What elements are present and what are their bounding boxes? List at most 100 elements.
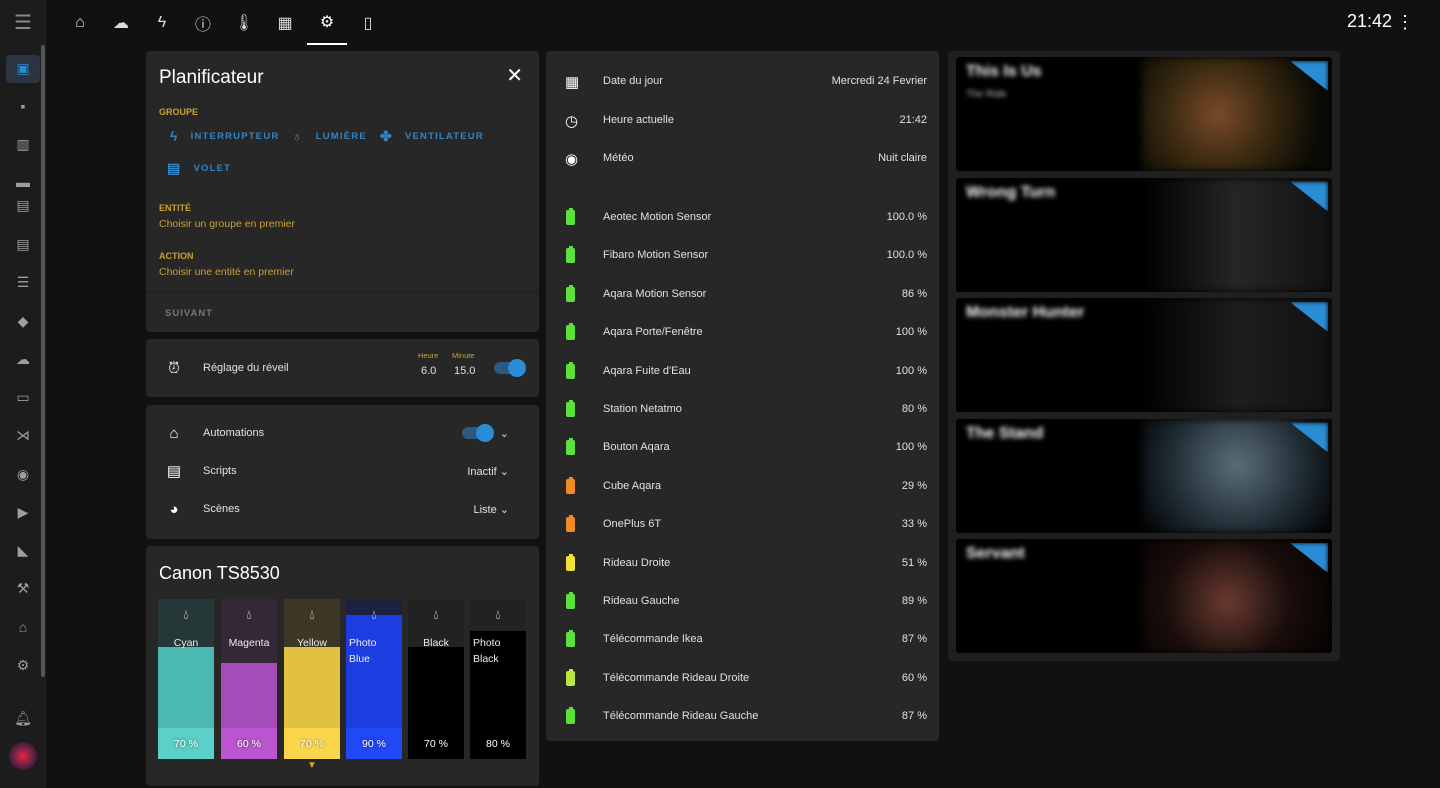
- sidebar-item-chip[interactable]: ▤: [0, 190, 46, 220]
- sidebar-item-history[interactable]: ▥: [0, 129, 46, 159]
- battery-name: Bouton Aqara: [603, 441, 670, 454]
- battery-icon: [566, 361, 575, 379]
- battery-icon: [566, 476, 575, 494]
- ink-black[interactable]: 💧︎ Black 70 %: [408, 599, 464, 759]
- battery-icon: [566, 208, 575, 225]
- ink-magenta[interactable]: 💧︎ Magenta 60 %: [221, 599, 277, 759]
- battery-name: Fibaro Motion Sensor: [603, 249, 709, 262]
- tab-thermometer-icon[interactable]: 🌡︎: [224, 0, 264, 45]
- alarm-card: ⏰︎ Réglage du réveil Heure 6.0 Minute 15…: [146, 339, 539, 397]
- sidebar-item-notifications[interactable]: 🔔︎: [0, 703, 46, 733]
- tab-flash-icon[interactable]: ϟ: [142, 0, 182, 45]
- blinds-icon: ▤: [167, 160, 182, 176]
- divider: [546, 184, 939, 185]
- divider: [146, 291, 539, 292]
- media-item[interactable]: Wrong Turn: [956, 177, 1332, 292]
- group-lumiere-button[interactable]: ♁ LUMIÈRE: [292, 128, 367, 144]
- battery-name: Télécommande Rideau Droite: [603, 671, 750, 684]
- sidebar-item-media[interactable]: ▶: [0, 497, 46, 527]
- ink-photo-black[interactable]: 💧︎ Photo Black 80 %: [470, 599, 526, 759]
- automations-toggle[interactable]: [462, 424, 494, 442]
- menu-icon[interactable]: ☰: [0, 0, 46, 45]
- ink-percent: 90 %: [346, 728, 402, 759]
- more-options-icon[interactable]: ⋮: [1396, 12, 1414, 33]
- avatar[interactable]: [9, 742, 37, 770]
- sidebar-item-cloud[interactable]: ☁: [0, 344, 46, 374]
- chevron-down-icon[interactable]: ⌄: [500, 466, 509, 478]
- battery-icon: [566, 246, 575, 264]
- dashboard-icon: ▣: [16, 59, 30, 76]
- hour-value[interactable]: 6.0: [421, 365, 436, 377]
- alarm-label: Réglage du réveil: [203, 362, 289, 374]
- sidebar-item-settings[interactable]: ⚙: [0, 650, 46, 680]
- notes-icon: ☰: [16, 273, 30, 290]
- chip-icon: ▤: [16, 196, 30, 213]
- battery-row: Télécommande Rideau Gauche 87 %: [546, 698, 939, 736]
- info-label: Date du jour: [603, 75, 663, 87]
- sidebar-item-cctv[interactable]: ◣: [0, 535, 46, 565]
- minute-value[interactable]: 15.0: [454, 365, 475, 377]
- media-item[interactable]: The Stand: [956, 418, 1332, 533]
- script-icon: ▤: [166, 463, 182, 480]
- sidebar-item-home-settings[interactable]: ⌂: [0, 612, 46, 642]
- battery-icon: [566, 668, 575, 686]
- ink-percent: 70 %: [408, 728, 464, 759]
- ink-name: Black: [423, 637, 449, 649]
- group-ventilateur-button[interactable]: ✤ VENTILATEUR: [380, 128, 484, 145]
- ink-cyan[interactable]: 💧︎ Cyan 70 %: [158, 599, 214, 759]
- group-volet-button[interactable]: ▤ VOLET: [167, 160, 231, 177]
- battery-value: 100 %: [895, 326, 927, 339]
- tab-test-tube-icon[interactable]: ▯: [348, 0, 388, 45]
- ink-name: Yellow: [297, 637, 327, 649]
- automations-row[interactable]: ⌂ Automations ⌄: [146, 418, 539, 448]
- sidebar-item-compass[interactable]: ◉: [0, 459, 46, 489]
- alarm-toggle[interactable]: [494, 359, 526, 377]
- tab-home-icon[interactable]: ⌂: [60, 0, 100, 45]
- printer-title: Canon TS8530: [159, 563, 280, 583]
- sidebar-item-hacs[interactable]: ▤: [0, 229, 46, 259]
- scripts-row[interactable]: ▤ Scripts Inactif ⌄: [146, 456, 539, 486]
- battery-name: Station Netatmo: [603, 403, 682, 415]
- media-title: This Is Us: [966, 63, 1042, 80]
- sidebar-item-docker[interactable]: ◆: [0, 306, 46, 336]
- sidebar-item-vscode[interactable]: ⋊: [0, 420, 46, 450]
- sidebar-item-terminal[interactable]: ▭: [0, 382, 46, 412]
- battery-row: Télécommande Ikea 87 %: [546, 621, 939, 659]
- close-icon[interactable]: ✕: [506, 63, 523, 88]
- next-button[interactable]: SUIVANT: [165, 308, 213, 319]
- top-bar: ☰ ⌂ ☁ ϟ ⓘ 🌡︎ ▦ ⚙ ▯ 21:42 ⋮: [0, 0, 1440, 45]
- battery-icon: [566, 438, 575, 456]
- battery-icon: [566, 284, 575, 302]
- sidebar-scrollbar[interactable]: [41, 45, 45, 677]
- tab-settings-icon[interactable]: ⚙: [307, 0, 347, 45]
- battery-icon: [566, 707, 575, 725]
- home-settings-icon: ⌂: [18, 619, 28, 635]
- battery-name: Rideau Droite: [603, 556, 671, 569]
- chevron-down-icon[interactable]: ⌄: [500, 427, 509, 440]
- ink-yellow[interactable]: 💧︎ Yellow 70 %: [284, 599, 340, 759]
- tab-weather-icon[interactable]: ☁: [101, 0, 141, 45]
- battery-value: 87 %: [901, 633, 927, 646]
- ink-photo-blue[interactable]: 💧︎ Photo Blue 90 %: [346, 599, 402, 759]
- battery-row: Rideau Gauche 89 %: [546, 583, 939, 621]
- info-label: Météo: [603, 152, 634, 164]
- entite-value[interactable]: Choisir un groupe en premier: [159, 218, 295, 230]
- battery-row: Station Netatmo 80 %: [546, 391, 939, 429]
- sidebar-item-overview[interactable]: ▣: [0, 53, 46, 83]
- scenes-row[interactable]: ◕ Scènes Liste ⌄: [146, 494, 539, 524]
- media-item[interactable]: Servant: [956, 539, 1332, 653]
- sidebar-item-developer[interactable]: ⚒: [0, 573, 46, 603]
- sidebar-item-logbook[interactable]: ☰: [0, 267, 46, 297]
- person-icon: ▪: [20, 98, 26, 114]
- chevron-down-icon[interactable]: ⌄: [500, 504, 509, 516]
- sidebar-item-person[interactable]: ▪: [0, 91, 46, 121]
- tab-floor-plan-icon[interactable]: ▦: [265, 0, 305, 45]
- group-interrupteur-button[interactable]: ϟ INTERRUPTEUR: [170, 128, 279, 144]
- media-item[interactable]: Monster Hunter: [956, 298, 1332, 412]
- battery-icon: [566, 553, 575, 571]
- tab-info-icon[interactable]: ⓘ: [183, 0, 223, 45]
- media-item[interactable]: This Is Us The Ride: [956, 57, 1332, 171]
- battery-value: 60 %: [901, 671, 927, 684]
- media-artwork: [1142, 57, 1332, 171]
- action-value[interactable]: Choisir une entité en premier: [159, 266, 294, 278]
